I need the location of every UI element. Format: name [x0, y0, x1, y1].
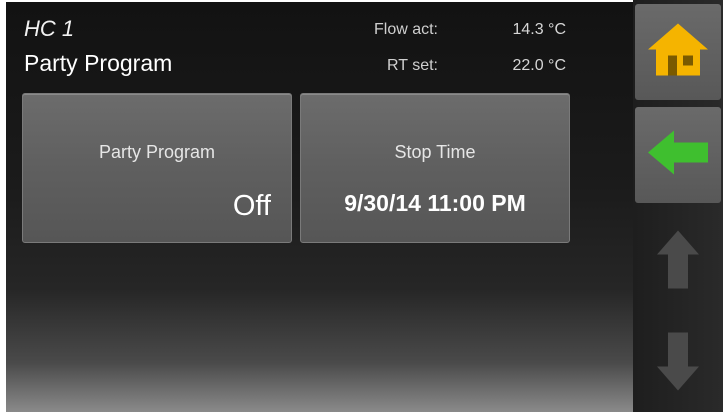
heating-circuit-label: HC 1: [24, 16, 75, 41]
scroll-up-button[interactable]: [635, 214, 721, 310]
stop-time-label: Stop Time: [394, 142, 476, 162]
stop-time-tile[interactable]: Stop Time 9/30/14 11:00 PM: [300, 93, 570, 243]
rt-set-value: 22.0 °C: [512, 57, 566, 74]
navigation-sidebar: [633, 0, 723, 412]
back-arrow-icon: [646, 128, 710, 183]
party-program-tile[interactable]: Party Program Off: [22, 93, 292, 243]
page-title: Party Program: [24, 50, 173, 76]
home-button[interactable]: [635, 4, 721, 100]
flow-act-value: 14.3 °C: [512, 21, 566, 38]
display-screen: HC 1 Party Program Flow act: 14.3 °C RT …: [6, 2, 633, 412]
party-program-value: Off: [232, 190, 271, 222]
down-arrow-icon: [655, 331, 701, 398]
home-icon: [646, 22, 710, 83]
scroll-down-button[interactable]: [635, 316, 721, 412]
back-button[interactable]: [635, 107, 721, 203]
stop-time-value: 9/30/14 11:00 PM: [344, 190, 526, 216]
flow-act-label: Flow act:: [373, 21, 438, 38]
rt-set-label: RT set:: [387, 57, 438, 74]
up-arrow-icon: [655, 229, 701, 296]
party-program-label: Party Program: [98, 142, 216, 162]
